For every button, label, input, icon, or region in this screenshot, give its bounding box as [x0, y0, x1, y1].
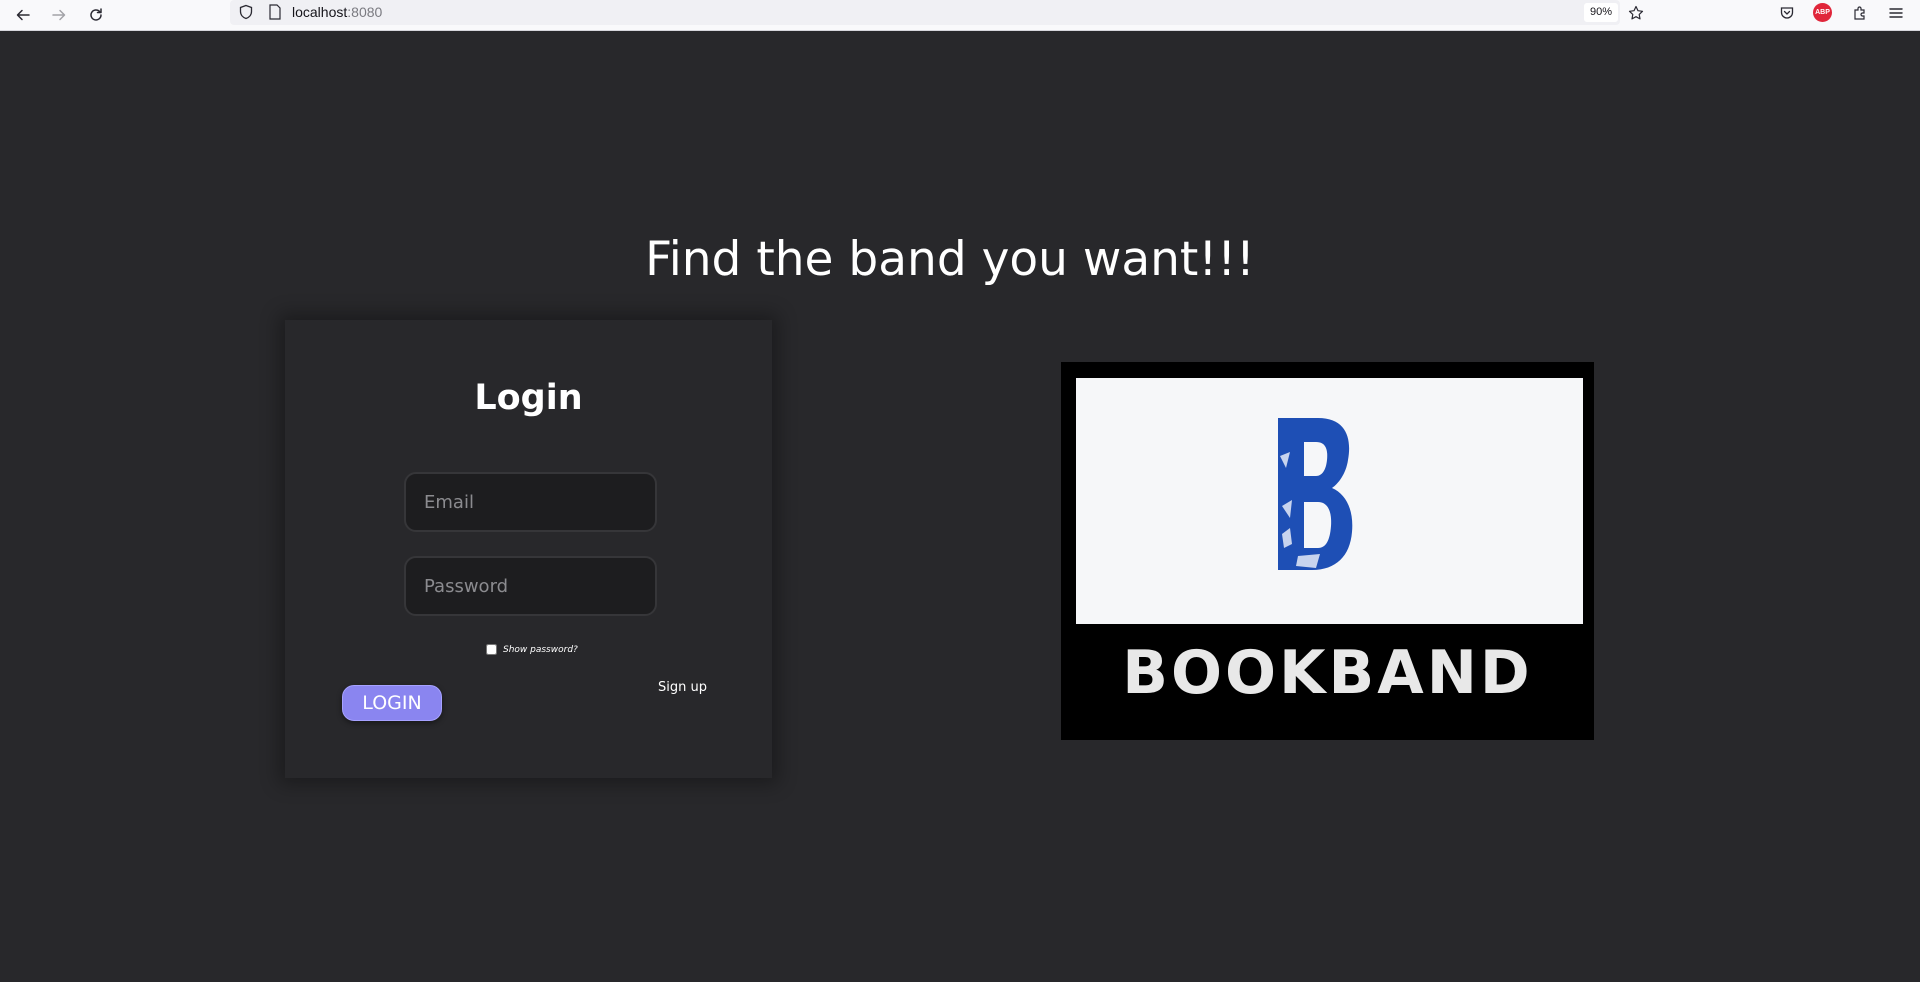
adblock-plus-icon[interactable]: ABP: [1813, 3, 1832, 22]
bookmark-star-icon[interactable]: [1626, 3, 1646, 23]
login-title: Login: [474, 378, 583, 418]
url-text[interactable]: localhost:8080: [292, 4, 382, 20]
logo-b-letter-icon: [1278, 418, 1353, 570]
login-card: Login Show password? LOGIN Sign up: [285, 320, 772, 778]
shield-icon[interactable]: [238, 4, 254, 20]
bookband-logo: BOOKBAND: [1061, 362, 1594, 740]
browser-toolbar: localhost:8080 90% ABP: [0, 0, 1920, 31]
url-bar[interactable]: localhost:8080: [230, 0, 1620, 25]
password-field[interactable]: [404, 556, 657, 616]
show-password-checkbox[interactable]: [486, 644, 497, 655]
back-icon[interactable]: [11, 3, 35, 27]
signup-link[interactable]: Sign up: [658, 680, 707, 695]
logo-wordmark: BOOKBAND: [1122, 638, 1533, 708]
forward-icon[interactable]: [47, 3, 71, 27]
page-icon: [269, 4, 281, 20]
pocket-icon[interactable]: [1777, 3, 1797, 23]
email-field[interactable]: [404, 472, 657, 532]
reload-icon[interactable]: [84, 3, 108, 27]
page-headline: Find the band you want!!!: [645, 232, 1255, 287]
show-password-label[interactable]: Show password?: [503, 645, 578, 655]
login-button[interactable]: LOGIN: [342, 685, 442, 721]
logo-panel: [1076, 378, 1583, 624]
extensions-icon[interactable]: [1850, 3, 1870, 23]
menu-icon[interactable]: [1886, 3, 1906, 23]
zoom-level-badge[interactable]: 90%: [1584, 3, 1619, 22]
show-password-row: Show password?: [486, 644, 578, 655]
